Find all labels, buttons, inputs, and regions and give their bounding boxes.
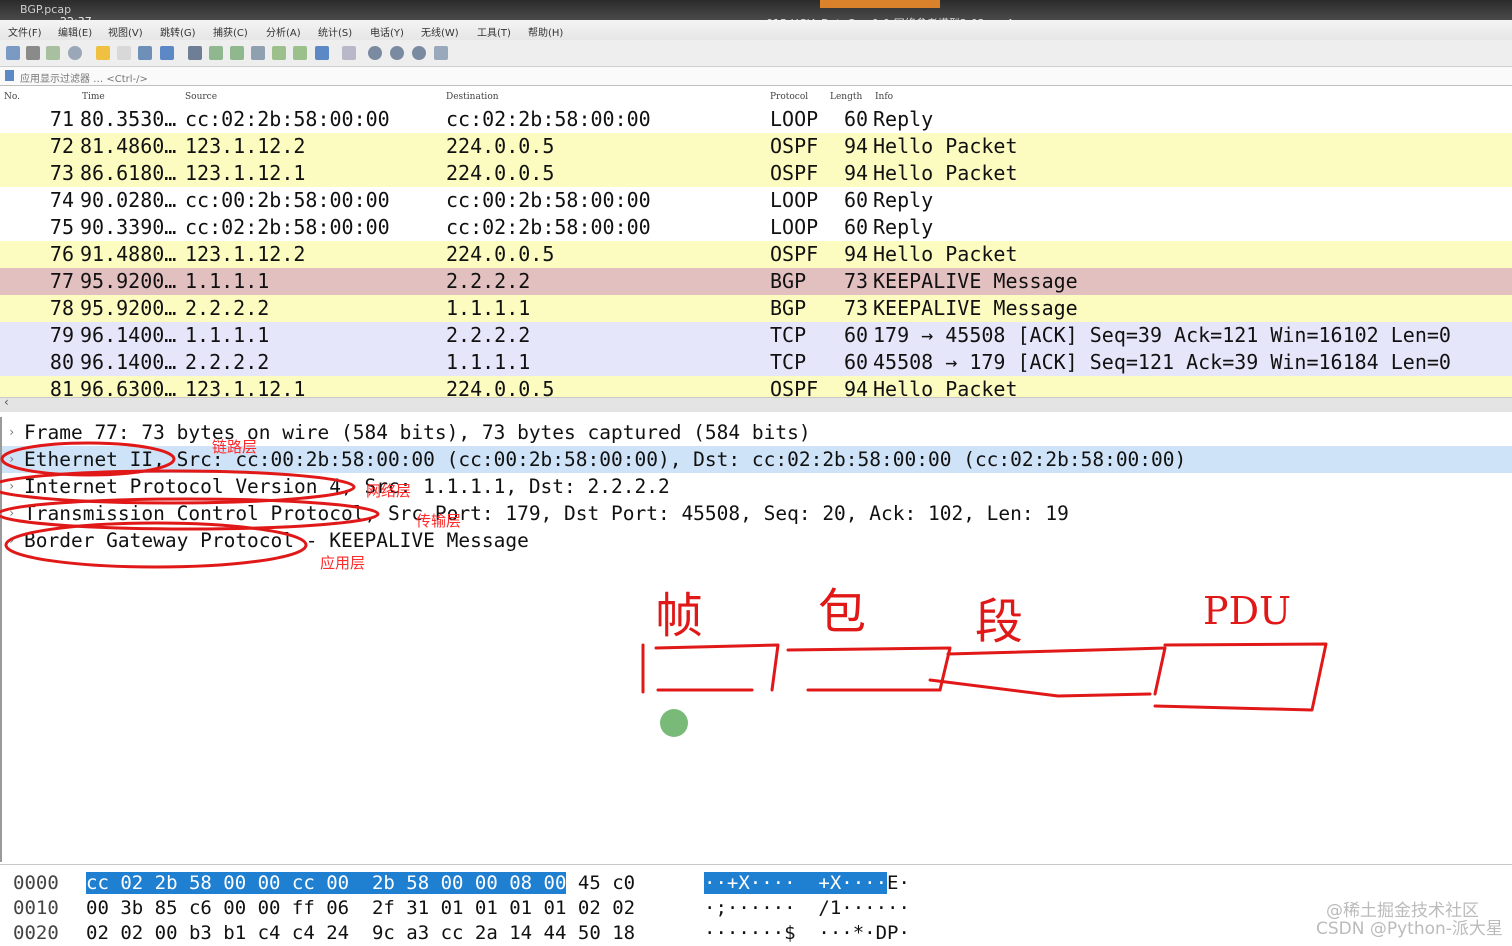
bytes-offset: 0000 <box>13 872 59 894</box>
bytes-hex-selected: cc 02 2b 58 00 00 cc 00 2b 58 00 00 08 0… <box>86 872 567 894</box>
bytes-ascii-rest: ·······$ ···*·DP· <box>704 922 910 944</box>
bytes-hex: 00 3b 85 c6 00 00 ff 06 2f 31 01 01 01 0… <box>86 896 635 921</box>
bytes-row[interactable]: 0000 cc 02 2b 58 00 00 cc 00 2b 58 00 00 … <box>0 871 1512 896</box>
watermark-line2: CSDN @Python-派大星 <box>1316 919 1503 939</box>
bytes-hex-rest: 00 3b 85 c6 00 00 ff 06 2f 31 01 01 01 0… <box>86 897 636 919</box>
bytes-ascii-selected: ··+X···· +X···· <box>704 872 888 894</box>
label-frame: 帧 <box>655 588 703 644</box>
bytes-offset: 0010 <box>13 897 59 919</box>
bytes-ascii: ·······$ ···*·DP· <box>704 921 910 946</box>
bytes-hex: 02 02 00 b3 b1 c4 c4 24 9c a3 cc 2a 14 4… <box>86 921 635 946</box>
bytes-row[interactable]: 0010 00 3b 85 c6 00 00 ff 06 2f 31 01 01 … <box>0 896 1512 921</box>
bytes-ascii: ··+X···· +X····E· <box>704 871 910 896</box>
bytes-ascii-rest: ·;······ /1······ <box>704 897 910 919</box>
label-pdu: PDU <box>1203 589 1291 633</box>
bytes-row[interactable]: 0020 02 02 00 b3 b1 c4 c4 24 9c a3 cc 2a … <box>0 921 1512 946</box>
bytes-ascii: ·;······ /1······ <box>704 896 910 921</box>
packet-bytes-pane[interactable]: 0000 cc 02 2b 58 00 00 cc 00 2b 58 00 00 … <box>0 864 1512 946</box>
label-packet: 包 <box>818 584 866 640</box>
label-segment: 段 <box>975 594 1023 650</box>
handwritten-drawing: 帧 包 段 PDU <box>0 441 1328 712</box>
mouse-cursor-highlight <box>660 709 688 737</box>
bytes-hex-rest: 45 c0 <box>566 872 636 894</box>
bytes-offset: 0020 <box>13 922 59 944</box>
bytes-hex-rest: 02 02 00 b3 b1 c4 c4 24 9c a3 cc 2a 14 4… <box>86 922 636 944</box>
bytes-ascii-rest: E· <box>887 872 910 894</box>
bytes-hex: cc 02 2b 58 00 00 cc 00 2b 58 00 00 08 0… <box>86 871 635 896</box>
